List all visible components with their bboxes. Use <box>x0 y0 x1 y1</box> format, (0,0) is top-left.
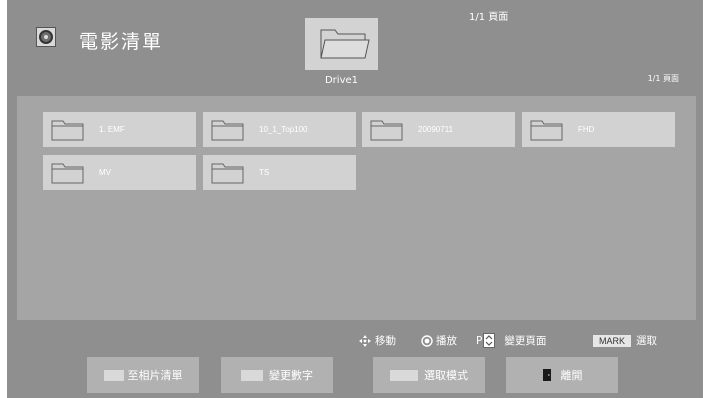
legend-move: 移動 <box>359 333 396 348</box>
ok-button-icon <box>421 334 433 347</box>
page-up-down-icon <box>483 333 496 348</box>
folder-label: TS <box>259 168 270 177</box>
photo-list-label: 至相片清單 <box>127 369 183 382</box>
legend-change-page-label: 變更頁面 <box>504 335 547 347</box>
folder-icon <box>51 163 84 183</box>
app-title: 電影清單 <box>79 31 164 53</box>
folder-icon <box>530 120 563 140</box>
legend-play: 播放 <box>421 333 457 348</box>
legend-page-prefix: P <box>476 334 483 347</box>
folder-icon <box>211 120 244 140</box>
folder-item-20090711[interactable]: 20090711 <box>362 112 515 147</box>
select-mode-label: 選取模式 <box>424 369 468 382</box>
mark-key-chip: MARK <box>593 334 632 347</box>
folder-label: 20090711 <box>418 125 453 134</box>
legend-select-label: 選取 <box>636 335 658 347</box>
folder-label: 1. EMF <box>99 125 125 134</box>
drive-folder-icon <box>320 29 370 59</box>
movie-reel-icon <box>36 27 56 47</box>
tv-screen: 電影清單 1/1 頁面 Drive1 1/1 頁面 1. EMF 10_1_To… <box>7 0 703 398</box>
folder-item-1-emf[interactable]: 1. EMF <box>43 112 196 147</box>
legend-move-label: 移動 <box>375 335 396 347</box>
change-number-button[interactable]: 變更數字 <box>221 357 333 393</box>
legend-play-label: 播放 <box>436 335 457 347</box>
folder-label: 10_1_Top100 <box>259 125 308 134</box>
drive-selector[interactable] <box>305 18 378 70</box>
drive-label: Drive1 <box>324 75 359 86</box>
folder-icon <box>211 163 244 183</box>
folder-label: FHD <box>578 125 595 134</box>
arrow-pad-icon <box>359 334 371 347</box>
color-key-icon <box>241 369 263 381</box>
legend-select: MARK 選取 <box>593 333 657 348</box>
folder-item-ts[interactable]: TS <box>203 155 356 190</box>
folder-icon <box>370 120 403 140</box>
change-number-label: 變更數字 <box>269 369 313 382</box>
page-indicator-top: 1/1 頁面 <box>469 12 509 23</box>
folder-item-mv[interactable]: MV <box>43 155 196 190</box>
exit-label: 離開 <box>560 369 583 382</box>
exit-button[interactable]: 離開 <box>506 357 618 393</box>
folder-grid-panel: 1. EMF 10_1_Top100 20090711 FHD MV TS <box>17 96 696 320</box>
page-indicator-right: 1/1 頁面 <box>647 74 679 83</box>
exit-door-icon <box>542 369 551 381</box>
folder-item-10-1-top100[interactable]: 10_1_Top100 <box>203 112 356 147</box>
photo-list-button[interactable]: 至相片清單 <box>87 357 199 393</box>
folder-icon <box>51 120 84 140</box>
folder-item-fhd[interactable]: FHD <box>522 112 675 147</box>
color-key-icon <box>390 369 418 381</box>
color-key-icon <box>103 369 124 381</box>
folder-label: MV <box>99 168 111 177</box>
legend-change-page: P 變更頁面 <box>476 333 546 348</box>
select-mode-button[interactable]: 選取模式 <box>373 357 485 393</box>
